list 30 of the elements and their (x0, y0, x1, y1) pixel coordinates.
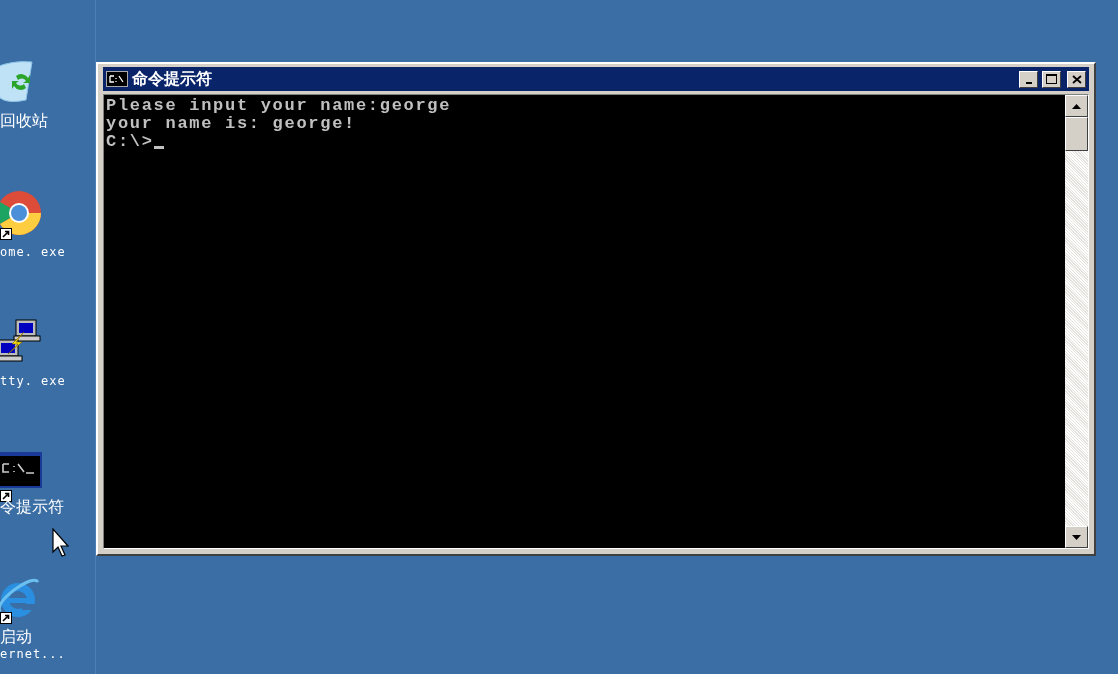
icon-label: ernet... (0, 647, 66, 662)
console-window-icon[interactable] (0, 452, 42, 488)
text-cursor (153, 146, 164, 149)
icon-label: 回收站 (0, 112, 48, 130)
scroll-down-button[interactable] (1065, 526, 1088, 548)
maximize-icon (1046, 74, 1057, 84)
icon-label: ome. exe (0, 245, 66, 260)
maximize-button[interactable] (1042, 70, 1061, 88)
scroll-thumb[interactable] (1065, 117, 1088, 151)
console-app-icon (106, 71, 128, 87)
close-icon (1071, 74, 1082, 84)
console-line: C:\> (106, 133, 154, 151)
minimize-button[interactable] (1019, 70, 1038, 88)
close-button[interactable] (1067, 70, 1086, 88)
browser-icon[interactable] (0, 190, 42, 236)
icon-label: 令提示符 (0, 498, 64, 516)
shortcut-arrow-icon (0, 228, 12, 240)
mouse-pointer-icon (52, 528, 70, 558)
icon-label: 启动 (0, 628, 32, 646)
vertical-scrollbar[interactable] (1065, 95, 1088, 548)
up-arrow-icon (1072, 103, 1081, 109)
shortcut-arrow-icon (0, 490, 12, 502)
window-title: 命令提示符 (132, 68, 213, 90)
shortcut-arrow-icon (0, 612, 12, 624)
down-arrow-icon (1072, 534, 1081, 540)
minimize-icon (1025, 81, 1032, 84)
icon-label: tty. exe (0, 374, 66, 389)
console-line: your name is: george! (106, 115, 356, 133)
console-line: Please input your name:george (106, 97, 452, 115)
scroll-up-button[interactable] (1065, 95, 1088, 117)
